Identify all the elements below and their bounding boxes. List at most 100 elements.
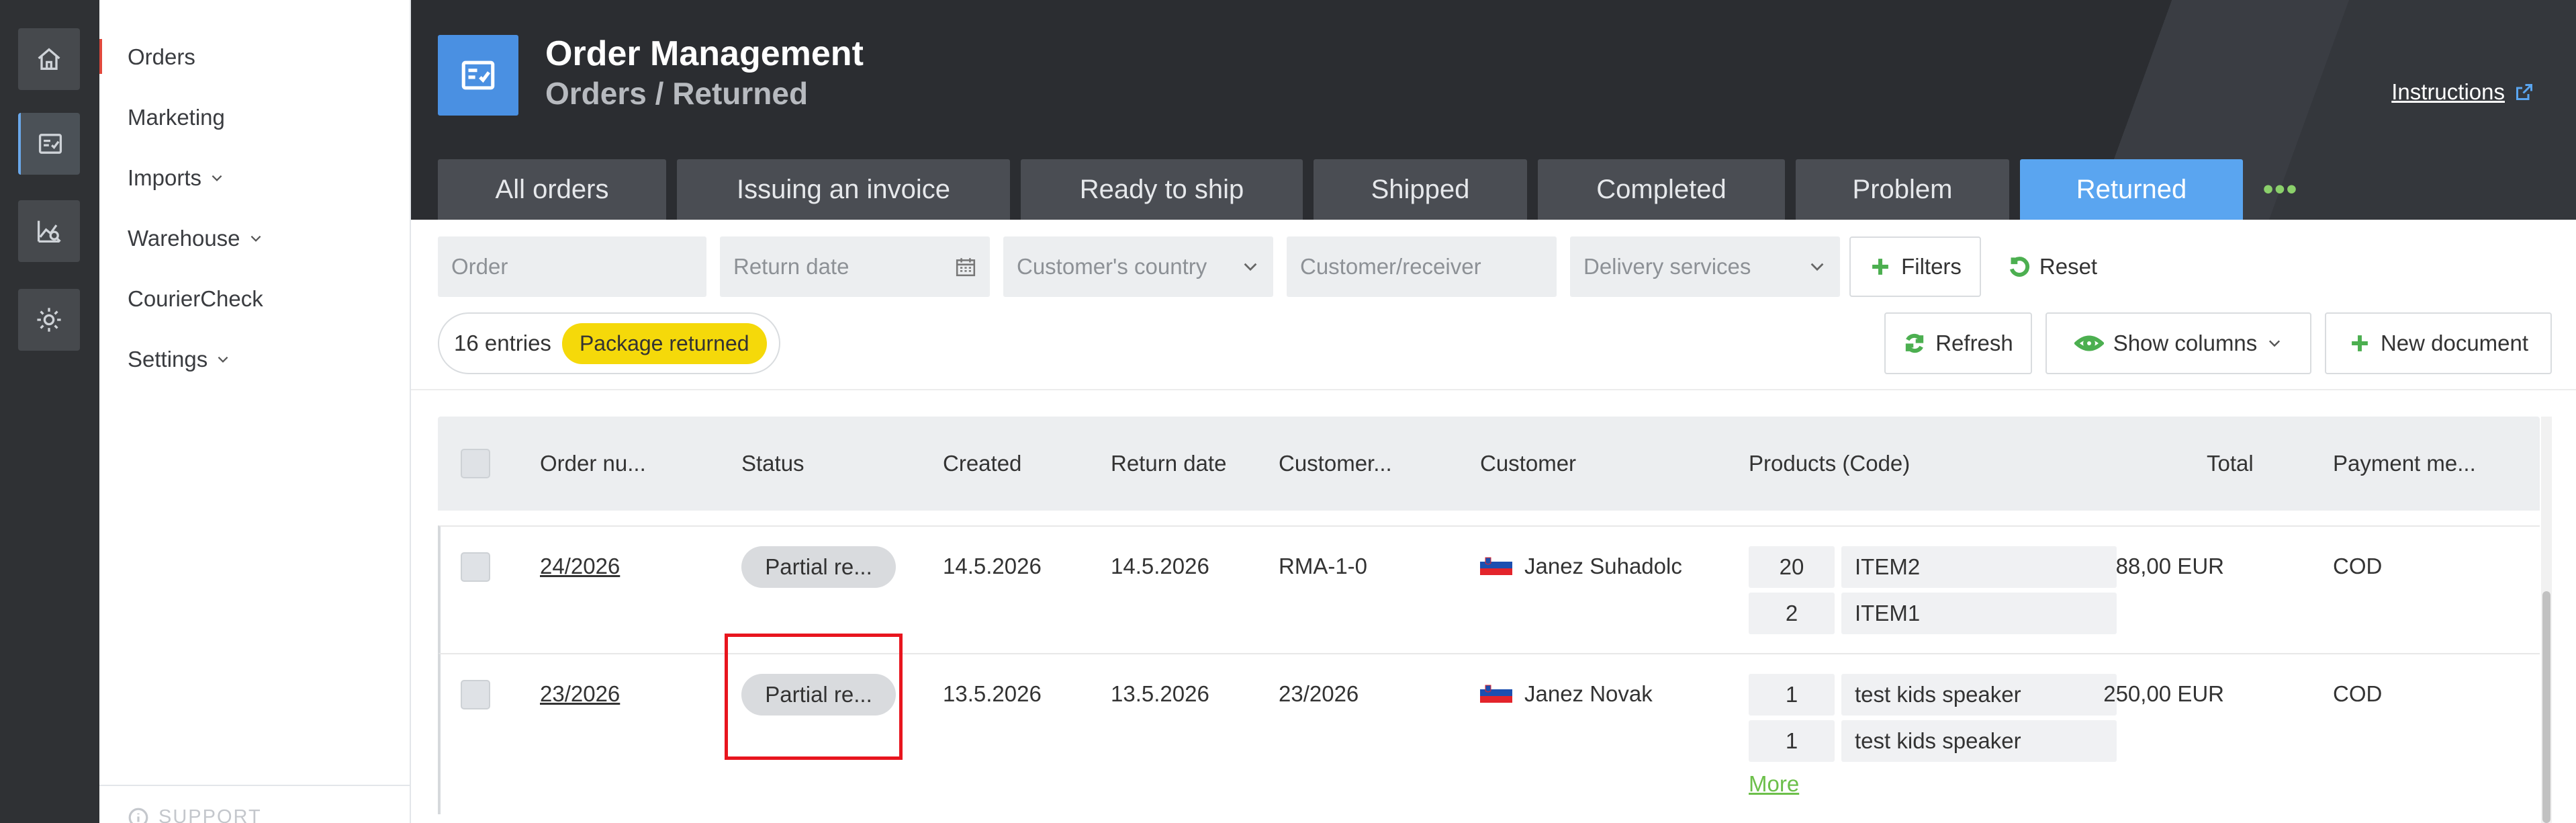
column-payment[interactable]: Payment me... — [2333, 417, 2476, 511]
column-return-date[interactable]: Return date — [1111, 417, 1226, 511]
table-header: Order nu... Status Created Return date C… — [438, 417, 2540, 511]
highlight-box — [725, 634, 903, 760]
return-date-placeholder: Return date — [733, 254, 849, 279]
customer-placeholder: Customer/receiver — [1300, 254, 1481, 279]
chevron-down-icon — [218, 356, 228, 363]
delivery-services-select[interactable]: Delivery services — [1570, 236, 1840, 297]
more-products-link[interactable]: More — [1749, 771, 1799, 797]
column-status[interactable]: Status — [741, 417, 804, 511]
column-customer[interactable]: Customer — [1480, 417, 1576, 511]
instructions-link[interactable]: Instructions — [2391, 79, 2534, 105]
product-qty: 20 — [1749, 546, 1835, 588]
order-filter-placeholder: Order — [451, 254, 508, 279]
settings-gear-icon[interactable] — [18, 289, 80, 351]
menu-item-couriercheck[interactable]: CourierCheck — [128, 286, 263, 312]
tabs-more-button[interactable]: ••• — [2254, 159, 2307, 220]
breadcrumb: Orders / Returned — [545, 76, 809, 111]
order-number-link[interactable]: 24/2026 — [540, 554, 620, 579]
filters-button[interactable]: Filters — [1849, 236, 1981, 297]
status-filter-badge[interactable]: Package returned — [561, 322, 767, 364]
status-chip[interactable]: Partial re... — [741, 546, 896, 588]
column-created[interactable]: Created — [943, 417, 1021, 511]
support-link[interactable]: SUPPORT — [99, 785, 410, 823]
customer-cell: Janez Suhadolc — [1480, 554, 1682, 579]
menu-item-settings[interactable]: Settings — [128, 347, 230, 372]
reset-label: Reset — [2039, 254, 2098, 279]
column-order-number[interactable]: Order nu... — [540, 417, 646, 511]
tab-returned[interactable]: Returned — [2020, 159, 2243, 220]
return-date: 14.5.2026 — [1111, 554, 1209, 578]
reset-button[interactable]: Reset — [1992, 236, 2113, 297]
order-status-tabs: All orders Issuing an invoice Ready to s… — [438, 159, 2307, 220]
menu-item-label: Orders — [128, 44, 195, 69]
order-management-logo-icon — [438, 35, 518, 116]
order-management-icon[interactable] — [18, 113, 80, 175]
created-date: 13.5.2026 — [943, 681, 1042, 706]
plus-icon — [2352, 335, 2368, 351]
show-columns-label: Show columns — [2113, 331, 2258, 355]
menu-item-orders[interactable]: Orders — [99, 39, 195, 74]
page-header: Order Management Orders / Returned Instr… — [411, 0, 2576, 220]
order-total: 88,00 EUR — [2115, 554, 2224, 578]
refresh-button[interactable]: Refresh — [1884, 312, 2032, 374]
customer-cell: Janez Novak — [1480, 681, 1653, 707]
product-code: test kids speaker — [1841, 720, 2117, 762]
order-number-link[interactable]: 23/2026 — [540, 681, 620, 707]
tab-shipped[interactable]: Shipped — [1314, 159, 1527, 220]
new-document-label: New document — [2380, 331, 2529, 355]
chevron-down-icon — [1810, 263, 1824, 271]
instructions-label: Instructions — [2391, 79, 2505, 104]
chevron-down-icon — [212, 175, 222, 181]
return-date-filter-input[interactable]: Return date — [720, 236, 990, 297]
product-code: ITEM1 — [1841, 593, 2117, 634]
column-products[interactable]: Products (Code) — [1749, 417, 1910, 511]
home-icon[interactable] — [18, 28, 80, 90]
page-title: Order Management — [545, 34, 864, 73]
product-qty: 2 — [1749, 593, 1835, 634]
tab-completed[interactable]: Completed — [1538, 159, 1785, 220]
payment-method: COD — [2333, 681, 2383, 706]
slovenia-flag-icon — [1480, 683, 1512, 703]
tab-ready-to-ship[interactable]: Ready to ship — [1021, 159, 1303, 220]
row-checkbox[interactable] — [461, 552, 490, 582]
external-link-icon — [2516, 84, 2532, 100]
entries-summary: 16 entries Package returned — [438, 312, 780, 374]
customer-country-select[interactable]: Customer's country — [1003, 236, 1273, 297]
product-code: test kids speaker — [1841, 674, 2117, 716]
menu-item-label: Warehouse — [128, 226, 240, 251]
product-qty: 1 — [1749, 720, 1835, 762]
new-document-button[interactable]: New document — [2325, 312, 2552, 374]
customer-receiver-input[interactable]: Customer/receiver — [1287, 236, 1557, 297]
calendar-icon — [956, 258, 976, 277]
chevron-down-icon — [2269, 340, 2281, 347]
menu-item-label: Marketing — [128, 105, 225, 130]
icon-rail — [0, 0, 99, 823]
product-code: ITEM2 — [1841, 546, 2117, 588]
menu-item-label: Imports — [128, 165, 202, 190]
menu-item-imports[interactable]: Imports — [128, 165, 224, 191]
menu-item-warehouse[interactable]: Warehouse — [128, 226, 263, 251]
plus-icon — [1872, 259, 1888, 275]
order-filter-input[interactable]: Order — [438, 236, 706, 297]
analytics-icon[interactable] — [18, 200, 80, 262]
tab-issuing-invoice[interactable]: Issuing an invoice — [677, 159, 1010, 220]
tab-all-orders[interactable]: All orders — [438, 159, 666, 220]
refresh-label: Refresh — [1935, 331, 2013, 355]
customer-reference: RMA-1-0 — [1279, 554, 1368, 578]
customer-reference: 23/2026 — [1279, 681, 1359, 706]
select-all-checkbox[interactable] — [461, 417, 490, 511]
reset-icon — [2009, 257, 2029, 277]
entries-count: 16 entries — [454, 331, 551, 355]
scrollbar-thumb[interactable] — [2542, 591, 2550, 823]
tab-problem[interactable]: Problem — [1796, 159, 2009, 220]
show-columns-button[interactable]: Show columns — [2045, 312, 2311, 374]
column-customer-ref[interactable]: Customer... — [1279, 417, 1392, 511]
menu-item-marketing[interactable]: Marketing — [128, 105, 225, 130]
info-icon — [128, 808, 148, 823]
side-menu: Orders Marketing Imports Warehouse Couri… — [99, 0, 411, 823]
column-total[interactable]: Total — [2207, 417, 2254, 511]
row-checkbox[interactable] — [461, 680, 490, 709]
slovenia-flag-icon — [1480, 555, 1512, 576]
chevron-down-icon — [1244, 263, 1257, 271]
country-placeholder: Customer's country — [1017, 254, 1207, 279]
